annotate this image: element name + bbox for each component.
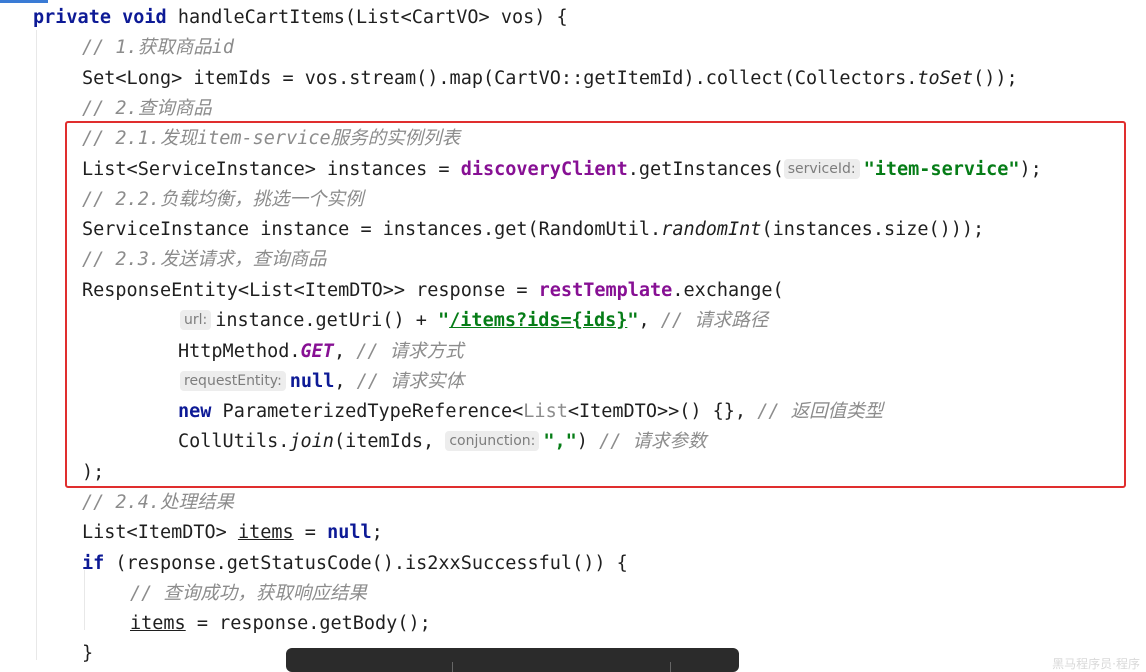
code-line[interactable]: if (response.getStatusCode().is2xxSucces…: [82, 549, 628, 579]
code-line[interactable]: private void handleCartItems(List<CartVO…: [33, 3, 568, 33]
code-comment[interactable]: // 查询成功，获取响应结果: [130, 579, 367, 609]
code-line[interactable]: Set<Long> itemIds = vos.stream().map(Car…: [82, 64, 1018, 94]
indent-guide: [84, 570, 85, 630]
code-editor[interactable]: private void handleCartItems(List<CartVO…: [0, 0, 1146, 672]
floating-toolbar[interactable]: [286, 648, 739, 672]
code-line[interactable]: }: [82, 639, 93, 669]
code-comment[interactable]: // 2.4.处理结果: [82, 488, 234, 518]
code-line[interactable]: items = response.getBody();: [130, 609, 431, 639]
highlight-box: [65, 121, 1126, 488]
code-comment[interactable]: // 1.获取商品id: [82, 33, 234, 63]
toolbar-divider: [452, 662, 453, 672]
toolbar-divider: [670, 662, 671, 672]
indent-guide: [36, 30, 37, 660]
code-comment[interactable]: // 2.查询商品: [82, 94, 212, 124]
watermark: 黑马程序员·程序: [1052, 657, 1140, 671]
code-line[interactable]: List<ItemDTO> items = null;: [82, 518, 383, 548]
